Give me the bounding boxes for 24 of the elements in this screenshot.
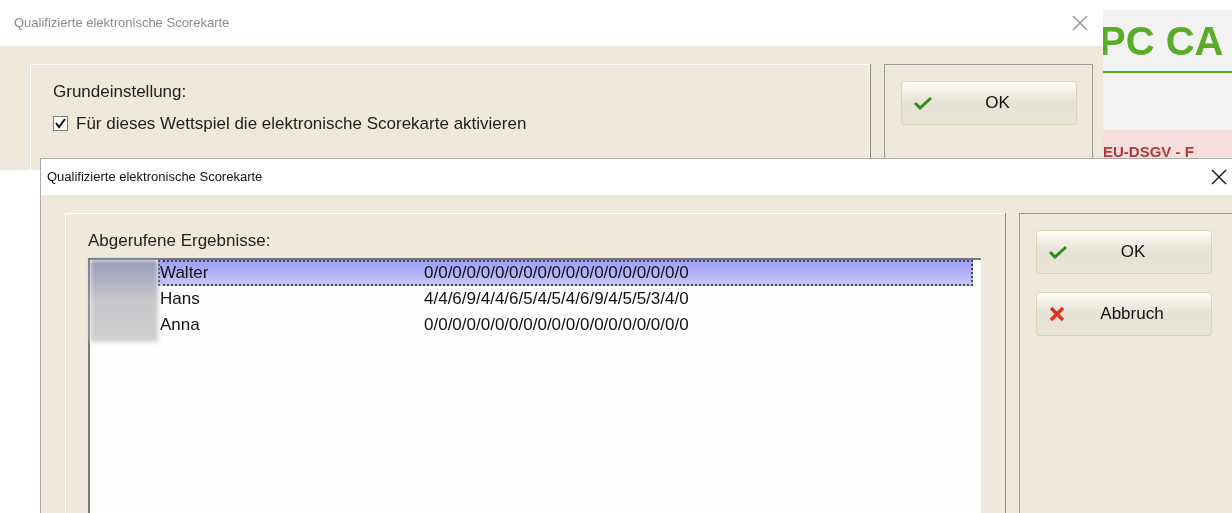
result-row[interactable]: Anna 0/0/0/0/0/0/0/0/0/0/0/0/0/0/0/0/0/0/0: [158, 311, 973, 338]
ok-button[interactable]: OK: [900, 81, 1077, 125]
score-list: 0/0/0/0/0/0/0/0/0/0/0/0/0/0/0/0/0/0/0: [424, 311, 689, 338]
score-list: 4/4/6/9/4/4/6/5/4/5/4/6/9/4/5/5/3/4/0: [424, 285, 689, 312]
checkbox[interactable]: [53, 115, 68, 131]
result-row[interactable]: Walter 0/0/0/0/0/0/0/0/0/0/0/0/0/0/0/0/0/0/0: [158, 259, 973, 286]
results-list[interactable]: Walter 0/0/0/0/0/0/0/0/0/0/0/0/0/0/0/0/0/0/0 Hans 4/4/6/9/4/4/6/5/4/5/4/6/9/4/5/5/3/4/0 Anna 0/0/0/0/0/0/0/0/0/0/0/0/0/0/0/0/0/0/0: [88, 257, 981, 513]
checkmark-icon: [1049, 245, 1067, 259]
result-row[interactable]: Hans 4/4/6/9/4/4/6/5/4/5/4/6/9/4/5/5/3/4/0: [158, 285, 973, 312]
score-list: 0/0/0/0/0/0/0/0/0/0/0/0/0/0/0/0/0/0/0: [424, 259, 689, 286]
list-label: Abgerufene Ergebnisse:: [88, 230, 272, 252]
app-logo: PC CA: [1099, 20, 1224, 61]
window-title: Qualifizierte elektronische Scorekarte: [14, 14, 230, 33]
cross-icon: [1049, 306, 1065, 322]
checkbox-label: Für dieses Wettspiel die elektronische Scorekarte aktivieren: [76, 112, 527, 135]
player-name: Walter: [159, 261, 210, 284]
cancel-button[interactable]: Abbruch: [1036, 292, 1212, 336]
checkmark-icon: [913, 96, 932, 110]
close-icon[interactable]: [1210, 168, 1228, 186]
ok-button[interactable]: OK: [1036, 230, 1212, 274]
section-label: Grundeinstellung:: [53, 81, 188, 103]
player-name: Anna: [159, 313, 201, 336]
window-title: Qualifizierte elektronische Scorekarte: [47, 168, 263, 187]
player-name: Hans: [159, 287, 201, 310]
